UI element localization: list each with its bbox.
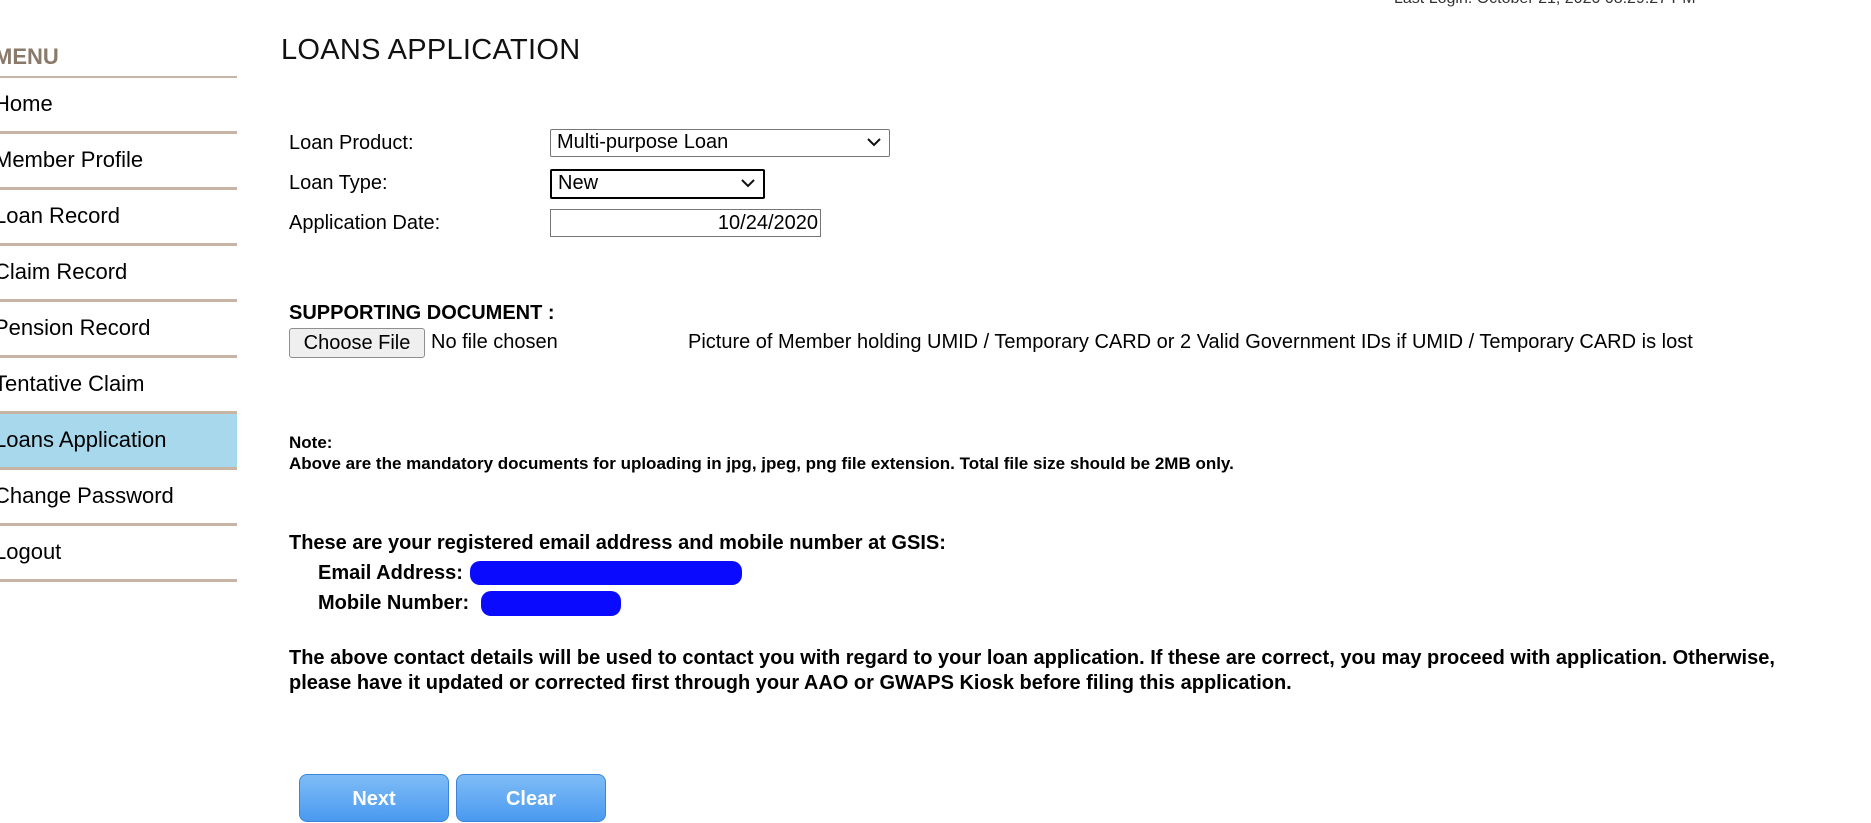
mobile-redaction [481, 591, 621, 616]
sidebar-item-tentative-claim[interactable]: Tentative Claim [0, 358, 237, 414]
page: Last Login: October 21, 2020 08:29:27 PM… [0, 0, 1871, 823]
loan-product-value: Multi-purpose Loan [557, 131, 729, 153]
chevron-down-icon [867, 138, 881, 147]
document-requirement-text: Picture of Member holding UMID / Tempora… [688, 331, 1693, 353]
sidebar-item-loan-record[interactable]: Loan Record [0, 190, 237, 246]
contact-disclaimer-line1: The above contact details will be used t… [289, 647, 1775, 669]
supporting-document-heading: SUPPORTING DOCUMENT : [289, 302, 555, 324]
application-date-label: Application Date: [289, 212, 441, 234]
loan-type-label: Loan Type: [289, 172, 388, 194]
application-date-input[interactable]: 10/24/2020 [550, 209, 821, 237]
choose-file-button[interactable]: Choose File [289, 328, 425, 358]
file-status-text: No file chosen [431, 331, 558, 353]
sidebar-item-pension-record[interactable]: Pension Record [0, 302, 237, 358]
sidebar-menu: MENU Home Member Profile Loan Record Cla… [0, 38, 237, 582]
loan-product-label: Loan Product: [289, 132, 414, 154]
mobile-label: Mobile Number: [318, 592, 470, 614]
sidebar-item-home[interactable]: Home [0, 78, 237, 134]
menu-title: MENU [0, 38, 237, 78]
contact-disclaimer-line2: please have it updated or corrected firs… [289, 672, 1292, 694]
last-login-text: Last Login: October 21, 2020 08:29:27 PM [1394, 0, 1696, 8]
sidebar-item-member-profile[interactable]: Member Profile [0, 134, 237, 190]
sidebar-item-logout[interactable]: Logout [0, 526, 237, 582]
contact-intro: These are your registered email address … [289, 532, 946, 554]
clear-button[interactable]: Clear [456, 774, 606, 822]
email-redaction [470, 561, 742, 585]
note-heading: Note: [289, 433, 333, 452]
sidebar-item-loans-application[interactable]: Loans Application [0, 414, 237, 470]
loan-type-select[interactable]: New [550, 169, 765, 199]
sidebar-item-change-password[interactable]: Change Password [0, 470, 237, 526]
note-text: Above are the mandatory documents for up… [289, 454, 1234, 473]
loan-product-select[interactable]: Multi-purpose Loan [550, 129, 890, 157]
sidebar-item-claim-record[interactable]: Claim Record [0, 246, 237, 302]
loan-type-value: New [558, 172, 599, 194]
next-button[interactable]: Next [299, 774, 449, 822]
chevron-down-icon [741, 179, 755, 188]
page-title: LOANS APPLICATION [281, 34, 581, 66]
email-label: Email Address: [318, 562, 463, 584]
